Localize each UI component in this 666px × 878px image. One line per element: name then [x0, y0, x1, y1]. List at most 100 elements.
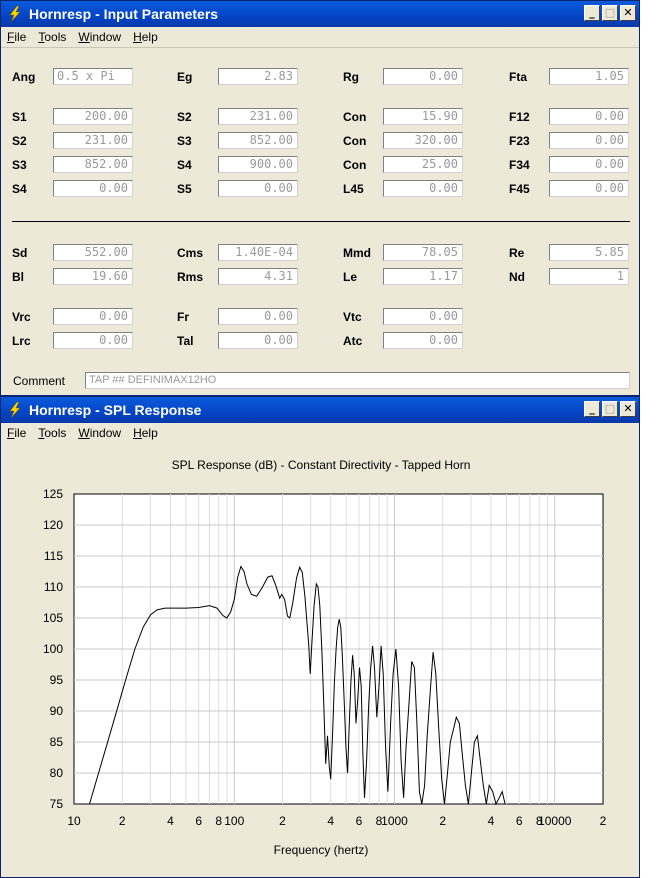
fta-field[interactable]: 1.05 — [549, 68, 629, 85]
s4-row4-label: S4 — [12, 182, 27, 196]
le-field[interactable]: 1.17 — [383, 268, 463, 285]
eg-label: Eg — [177, 70, 193, 84]
comment-field[interactable]: TAP ## DEFINIMAX12HO — [85, 372, 630, 389]
s1-label: S1 — [12, 110, 27, 124]
x-tick-label: 2 — [600, 814, 607, 828]
con12-field[interactable]: 15.90 — [383, 108, 463, 125]
close-button[interactable]: ✕ — [620, 5, 636, 21]
ang-field[interactable]: 0.5 x Pi — [53, 68, 133, 85]
lrc-field[interactable]: 0.00 — [53, 332, 133, 349]
f23-field[interactable]: 0.00 — [549, 132, 629, 149]
le-label: Le — [343, 270, 358, 284]
menu-tools[interactable]: Tools — [38, 426, 66, 440]
spl-response-window: Hornresp - SPL Response _ □ ✕ File Tools… — [0, 396, 640, 878]
s4-label: S4 — [177, 158, 192, 172]
l45-field[interactable]: 0.00 — [383, 180, 463, 197]
atc-field[interactable]: 0.00 — [383, 332, 463, 349]
con12-label: Con — [343, 110, 367, 124]
s4-row4-field[interactable]: 0.00 — [53, 180, 133, 197]
nd-field[interactable]: 1 — [549, 268, 629, 285]
atc-label: Atc — [343, 334, 363, 348]
minimize-button[interactable]: _ — [584, 401, 600, 417]
x-tick-label: 4 — [327, 814, 334, 828]
minimize-button[interactable]: _ — [584, 5, 600, 21]
tal-label: Tal — [177, 334, 194, 348]
s2-row2-field[interactable]: 231.00 — [53, 132, 133, 149]
con34-label: Con — [343, 158, 367, 172]
rms-label: Rms — [177, 270, 204, 284]
s1-field[interactable]: 200.00 — [53, 108, 133, 125]
menu-file[interactable]: File — [7, 30, 26, 44]
fr-field[interactable]: 0.00 — [218, 308, 298, 325]
s4-field[interactable]: 900.00 — [218, 156, 298, 173]
x-tick-label: 6 — [356, 814, 363, 828]
vtc-field[interactable]: 0.00 — [383, 308, 463, 325]
sd-label: Sd — [12, 246, 28, 260]
lightning-app-icon — [7, 402, 23, 418]
f12-field[interactable]: 0.00 — [549, 108, 629, 125]
f34-field[interactable]: 0.00 — [549, 156, 629, 173]
x-tick-label: 4 — [488, 814, 495, 828]
y-tick-label: 75 — [50, 797, 64, 811]
window-controls: _ □ ✕ — [584, 401, 636, 417]
re-label: Re — [509, 246, 525, 260]
re-field[interactable]: 5.85 — [549, 244, 629, 261]
con23-field[interactable]: 320.00 — [383, 132, 463, 149]
cms-field[interactable]: 1.40E-04 — [218, 244, 298, 261]
s3-label: S3 — [177, 134, 192, 148]
lightning-app-icon — [7, 6, 23, 22]
f45-label: F45 — [509, 182, 530, 196]
sd-field[interactable]: 552.00 — [53, 244, 133, 261]
ang-label: Ang — [12, 70, 36, 84]
menu-help[interactable]: Help — [133, 426, 158, 440]
s2-field[interactable]: 231.00 — [218, 108, 298, 125]
menu-tools[interactable]: Tools — [38, 30, 66, 44]
l45-label: L45 — [343, 182, 364, 196]
y-tick-label: 110 — [44, 580, 63, 594]
menu-file[interactable]: File — [7, 426, 26, 440]
x-tick-label: 10 — [67, 814, 81, 828]
f34-label: F34 — [509, 158, 530, 172]
vrc-field[interactable]: 0.00 — [53, 308, 133, 325]
vrc-label: Vrc — [12, 310, 31, 324]
menu-window[interactable]: Window — [78, 30, 121, 44]
s3-row3-field[interactable]: 852.00 — [53, 156, 133, 173]
x-tick-label: 6 — [516, 814, 523, 828]
bl-label: Bl — [12, 270, 24, 284]
spl-chart: SPL Response (dB) - Constant Directivity… — [1, 443, 639, 877]
tal-field[interactable]: 0.00 — [218, 332, 298, 349]
maximize-button[interactable]: □ — [602, 5, 618, 21]
close-button[interactable]: ✕ — [620, 401, 636, 417]
s3-field[interactable]: 852.00 — [218, 132, 298, 149]
f23-label: F23 — [509, 134, 530, 148]
input-parameters-titlebar[interactable]: Hornresp - Input Parameters _ □ ✕ — [1, 1, 639, 27]
menu-help[interactable]: Help — [133, 30, 158, 44]
y-tick-label: 120 — [43, 518, 63, 532]
nd-label: Nd — [509, 270, 525, 284]
lrc-label: Lrc — [12, 334, 31, 348]
rms-field[interactable]: 4.31 — [218, 268, 298, 285]
s2-label: S2 — [177, 110, 192, 124]
input-parameters-window: Hornresp - Input Parameters _ □ ✕ File T… — [0, 0, 640, 396]
window-title: Hornresp - Input Parameters — [29, 6, 219, 22]
f45-field[interactable]: 0.00 — [549, 180, 629, 197]
s2-row2-label: S2 — [12, 134, 27, 148]
eg-field[interactable]: 2.83 — [218, 68, 298, 85]
bl-field[interactable]: 19.60 — [53, 268, 133, 285]
x-tick-label: 2 — [279, 814, 286, 828]
vtc-label: Vtc — [343, 310, 362, 324]
mmd-label: Mmd — [343, 246, 371, 260]
menu-window[interactable]: Window — [78, 426, 121, 440]
mmd-field[interactable]: 78.05 — [383, 244, 463, 261]
y-tick-label: 115 — [44, 549, 63, 563]
x-tick-label: 1000 — [381, 814, 408, 828]
maximize-button[interactable]: □ — [602, 401, 618, 417]
menu-bar: File Tools Window Help — [1, 27, 639, 48]
s5-field[interactable]: 0.00 — [218, 180, 298, 197]
rg-field[interactable]: 0.00 — [383, 68, 463, 85]
y-tick-label: 95 — [50, 673, 64, 687]
con34-field[interactable]: 25.00 — [383, 156, 463, 173]
s5-label: S5 — [177, 182, 192, 196]
spl-response-titlebar[interactable]: Hornresp - SPL Response _ □ ✕ — [1, 397, 639, 423]
chart-title: SPL Response (dB) - Constant Directivity… — [172, 458, 471, 472]
